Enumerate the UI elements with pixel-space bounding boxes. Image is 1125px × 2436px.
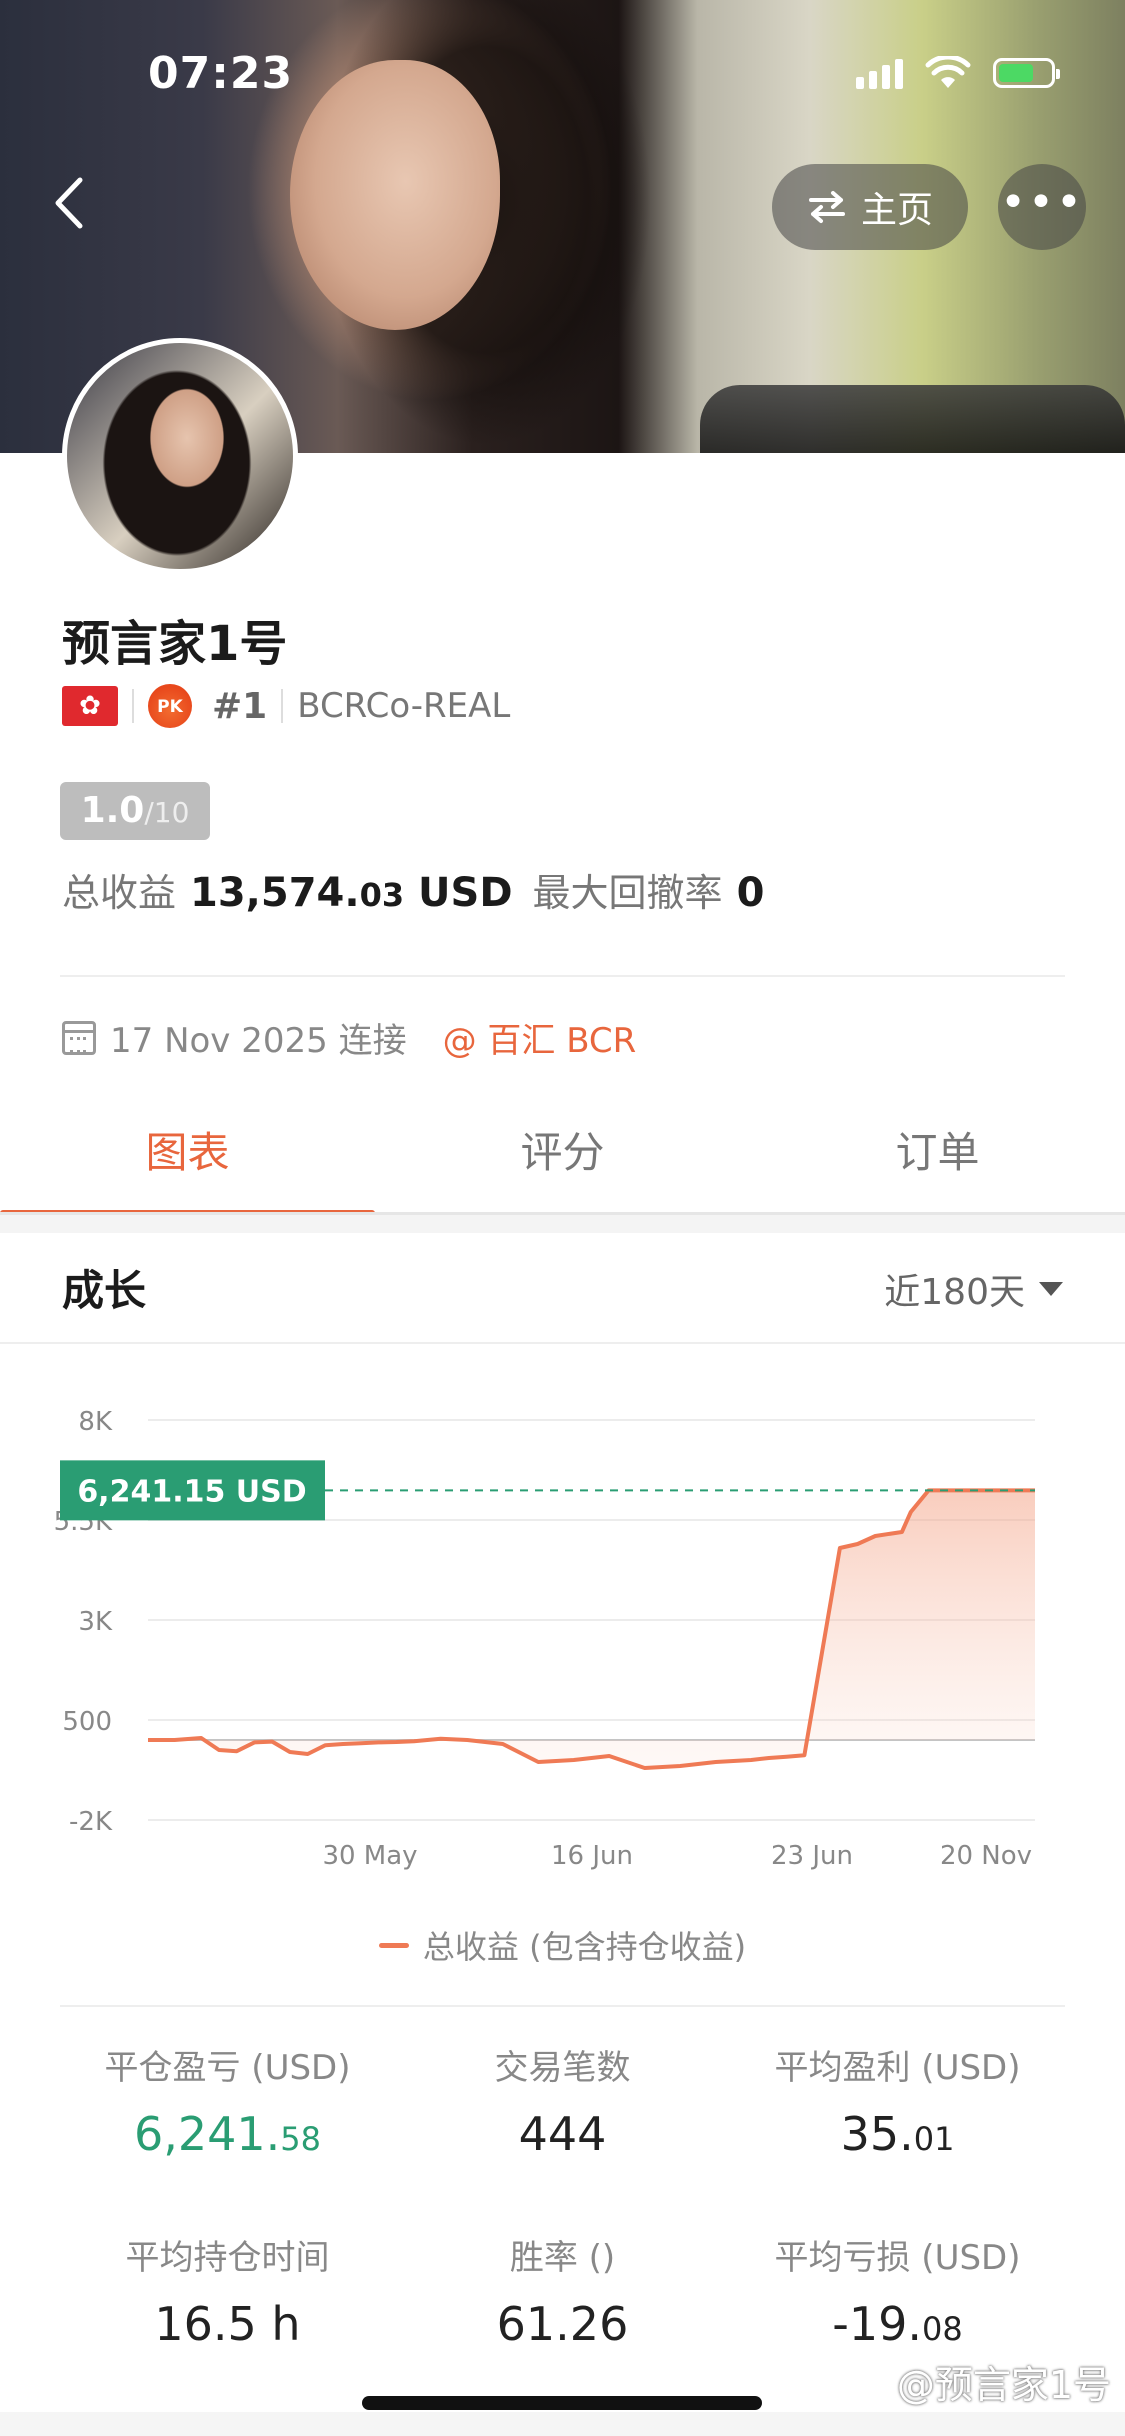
- battery-charging-icon: [993, 58, 1060, 88]
- profit-summary: 总收益 13,574.03 USD 最大回撤率 0: [62, 862, 764, 917]
- stat-label: 平均亏损 (USD): [774, 2238, 1021, 2278]
- stat-value: -19.08: [832, 2297, 963, 2351]
- meta-separator: [132, 689, 134, 723]
- total-profit-label: 总收益: [62, 871, 177, 915]
- chart-legend[interactable]: 总收益 (包含持仓收益): [0, 1922, 1125, 1968]
- tab-orders[interactable]: 订单: [750, 1118, 1125, 1214]
- y-tick-label: 3K: [78, 1607, 113, 1637]
- stat-avg-profit: 平均盈利 (USD) 35.01: [710, 2040, 1085, 2161]
- cover-background-cars: [700, 385, 1125, 453]
- growth-section-header: 成长 近180天: [0, 1233, 1125, 1343]
- y-tick-label: 500: [62, 1707, 112, 1737]
- tab-rating[interactable]: 评分: [375, 1118, 750, 1214]
- avatar[interactable]: [62, 338, 298, 574]
- home-indicator: [362, 2396, 762, 2410]
- y-tick-label: 8K: [78, 1407, 113, 1437]
- stat-avg-loss: 平均亏损 (USD) -19.08: [710, 2230, 1085, 2351]
- stat-label: 胜率 (): [509, 2238, 616, 2278]
- rating-score-max: /10: [144, 796, 190, 829]
- stat-label: 交易笔数: [494, 2048, 631, 2088]
- stat-win-rate: 胜率 () 61.26: [375, 2230, 750, 2351]
- stat-value: 35.01: [840, 2107, 955, 2161]
- section-spacer: [0, 1215, 1125, 1233]
- x-tick-label: 30 May: [322, 1841, 417, 1871]
- chevron-left-icon: [55, 177, 83, 229]
- total-profit-value: 13,574.03 USD: [190, 870, 513, 916]
- divider: [60, 975, 1065, 977]
- back-button[interactable]: [52, 176, 98, 236]
- wifi-icon: [925, 56, 971, 88]
- current-value-label: 6,241.15 USD: [77, 1474, 306, 1509]
- stat-value: 61.26: [496, 2297, 629, 2351]
- connect-date: 17 Nov 2025 连接: [110, 1021, 407, 1061]
- rating-score: 1.0: [80, 790, 145, 831]
- broker-link[interactable]: @ 百汇 BCR: [443, 1013, 637, 1062]
- profile-meta-row: ✿ PK #1 BCRCo-REAL: [62, 684, 510, 728]
- stat-avg-hold-time: 平均持仓时间 16.5 h: [40, 2230, 415, 2351]
- stat-closed-pnl: 平仓盈亏 (USD) 6,241.58: [40, 2040, 415, 2161]
- connect-info-row: 17 Nov 2025 连接 @ 百汇 BCR: [62, 1013, 636, 1062]
- stat-value: 6,241.58: [133, 2107, 322, 2161]
- tab-chart[interactable]: 图表: [0, 1118, 375, 1216]
- switch-arrows-icon: [808, 191, 845, 223]
- growth-chart-svg: 8K5.5K3K500-2K6,241.15 USD30 May 16 Jun 23…: [54, 1407, 1035, 1871]
- calendar-icon: [62, 1020, 96, 1055]
- divider: [0, 1342, 1125, 1344]
- rating-score-badge: 1.0/10: [60, 782, 210, 840]
- period-label: 近180天: [884, 1272, 1025, 1313]
- profile-name: 预言家1号: [62, 616, 288, 672]
- y-tick-label: -2K: [69, 1807, 113, 1837]
- home-button-label: 主页: [860, 190, 933, 231]
- stat-value: 444: [518, 2107, 607, 2161]
- period-selector[interactable]: 近180天: [884, 1263, 1063, 1315]
- divider: [60, 2005, 1065, 2007]
- x-tick-label: 20 Nov: [940, 1841, 1032, 1871]
- stat-label: 平均持仓时间: [125, 2238, 330, 2278]
- max-drawdown-value: 0: [736, 870, 765, 916]
- pk-fire-icon: PK: [148, 684, 192, 728]
- stat-label: 平均盈利 (USD): [774, 2048, 1021, 2088]
- growth-chart[interactable]: 8K 5.5K 3K 500 -2K 6,241.15 USD 30 May 16 Jun 23…: [0, 1380, 1125, 1880]
- status-time: 07:23: [148, 48, 294, 99]
- x-tick-label: 16 Jun: [551, 1841, 633, 1871]
- x-tick-label: 23 Jun: [771, 1841, 853, 1871]
- legend-label: 总收益 (包含持仓收益): [422, 1928, 747, 1966]
- status-icons: [856, 56, 1060, 90]
- tab-bar: 图表 评分 订单: [0, 1118, 1125, 1216]
- more-options-button[interactable]: •••: [998, 164, 1086, 250]
- home-button[interactable]: 主页: [772, 164, 968, 250]
- bottom-band: [0, 2412, 1125, 2436]
- stat-value: 16.5 h: [154, 2297, 301, 2351]
- section-title: 成长: [62, 1266, 147, 1315]
- legend-swatch: [378, 1942, 409, 1948]
- watermark: @预言家1号: [896, 2363, 1111, 2407]
- meta-separator: [281, 689, 284, 723]
- rank-label: #1: [212, 685, 268, 727]
- caret-down-icon: [1039, 1282, 1063, 1296]
- hong-kong-flag-icon: ✿: [62, 686, 118, 726]
- stat-label: 平仓盈亏 (USD): [104, 2048, 351, 2088]
- stat-trade-count: 交易笔数 444: [375, 2040, 750, 2161]
- max-drawdown-label: 最大回撤率: [532, 871, 723, 915]
- broker-account: BCRCo-REAL: [297, 686, 511, 726]
- cellular-signal-icon: [856, 57, 903, 89]
- cover-face: [290, 60, 500, 330]
